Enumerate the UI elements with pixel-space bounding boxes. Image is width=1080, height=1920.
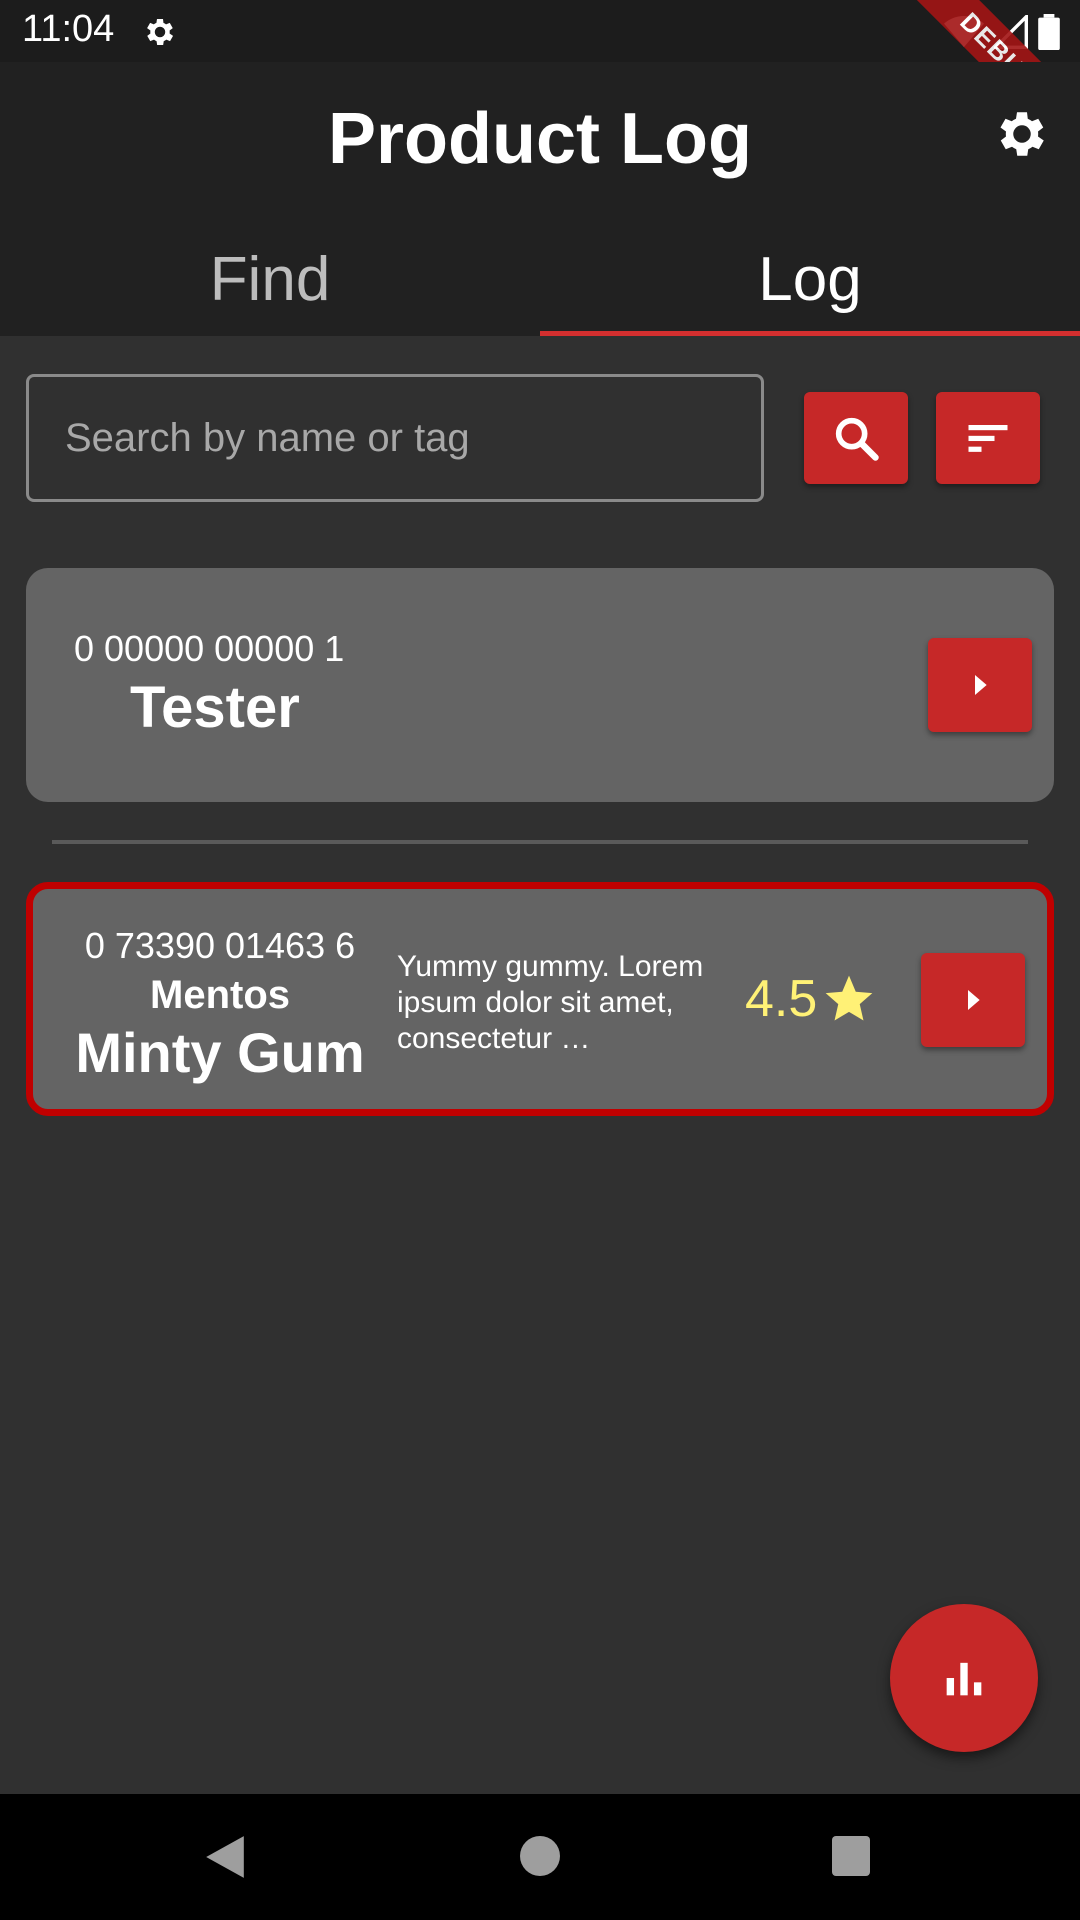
open-product-button[interactable] bbox=[921, 953, 1025, 1047]
back-icon[interactable] bbox=[204, 1834, 246, 1880]
list-item-selected[interactable]: 0 73390 01463 6 Mentos Minty Gum Yummy g… bbox=[26, 882, 1054, 1116]
search-field[interactable] bbox=[26, 374, 764, 502]
product-brand: Mentos bbox=[150, 973, 290, 1017]
list-item[interactable]: 0 00000 00000 1 Tester bbox=[26, 568, 1054, 802]
status-bar: 11:04 bbox=[0, 0, 1080, 62]
product-upc: 0 00000 00000 1 bbox=[74, 628, 345, 669]
chevron-right-icon bbox=[968, 990, 980, 1010]
search-icon bbox=[835, 417, 879, 461]
product-upc: 0 73390 01463 6 bbox=[84, 925, 356, 966]
page-title: Product Log bbox=[328, 99, 752, 179]
rating-value: 4.5 bbox=[745, 970, 818, 1028]
system-nav-bar bbox=[0, 1794, 1080, 1920]
open-product-button[interactable] bbox=[928, 638, 1032, 732]
product-description: Yummy gummy. Lorem ipsum dolor sit amet,… bbox=[397, 950, 704, 1055]
product-name: Minty Gum bbox=[75, 1021, 365, 1084]
divider bbox=[52, 840, 1028, 844]
tab-find[interactable]: Find bbox=[0, 232, 540, 336]
product-rating: 4.5 bbox=[745, 969, 877, 1029]
status-time: 11:04 bbox=[22, 8, 115, 50]
search-input[interactable] bbox=[65, 416, 761, 461]
gear-icon[interactable] bbox=[992, 104, 1052, 164]
stats-fab-button[interactable] bbox=[890, 1604, 1038, 1752]
tab-log[interactable]: Log bbox=[540, 232, 1080, 336]
product-info: 0 73390 01463 6 Mentos Minty Gum bbox=[55, 925, 385, 1085]
settings-icon bbox=[147, 18, 174, 46]
sort-button[interactable] bbox=[936, 392, 1040, 484]
sort-icon bbox=[968, 425, 1008, 452]
app-bar: Product Log Find Log bbox=[0, 62, 1080, 336]
home-icon[interactable] bbox=[520, 1836, 560, 1876]
star-icon bbox=[825, 975, 873, 1021]
recent-apps-icon[interactable] bbox=[832, 1836, 870, 1876]
battery-icon bbox=[1038, 14, 1060, 50]
product-name: Tester bbox=[130, 675, 300, 740]
bar-chart-icon bbox=[946, 1662, 982, 1696]
tab-bar: Find Log bbox=[0, 232, 1080, 336]
chevron-right-icon bbox=[975, 675, 987, 695]
search-button[interactable] bbox=[804, 392, 908, 484]
